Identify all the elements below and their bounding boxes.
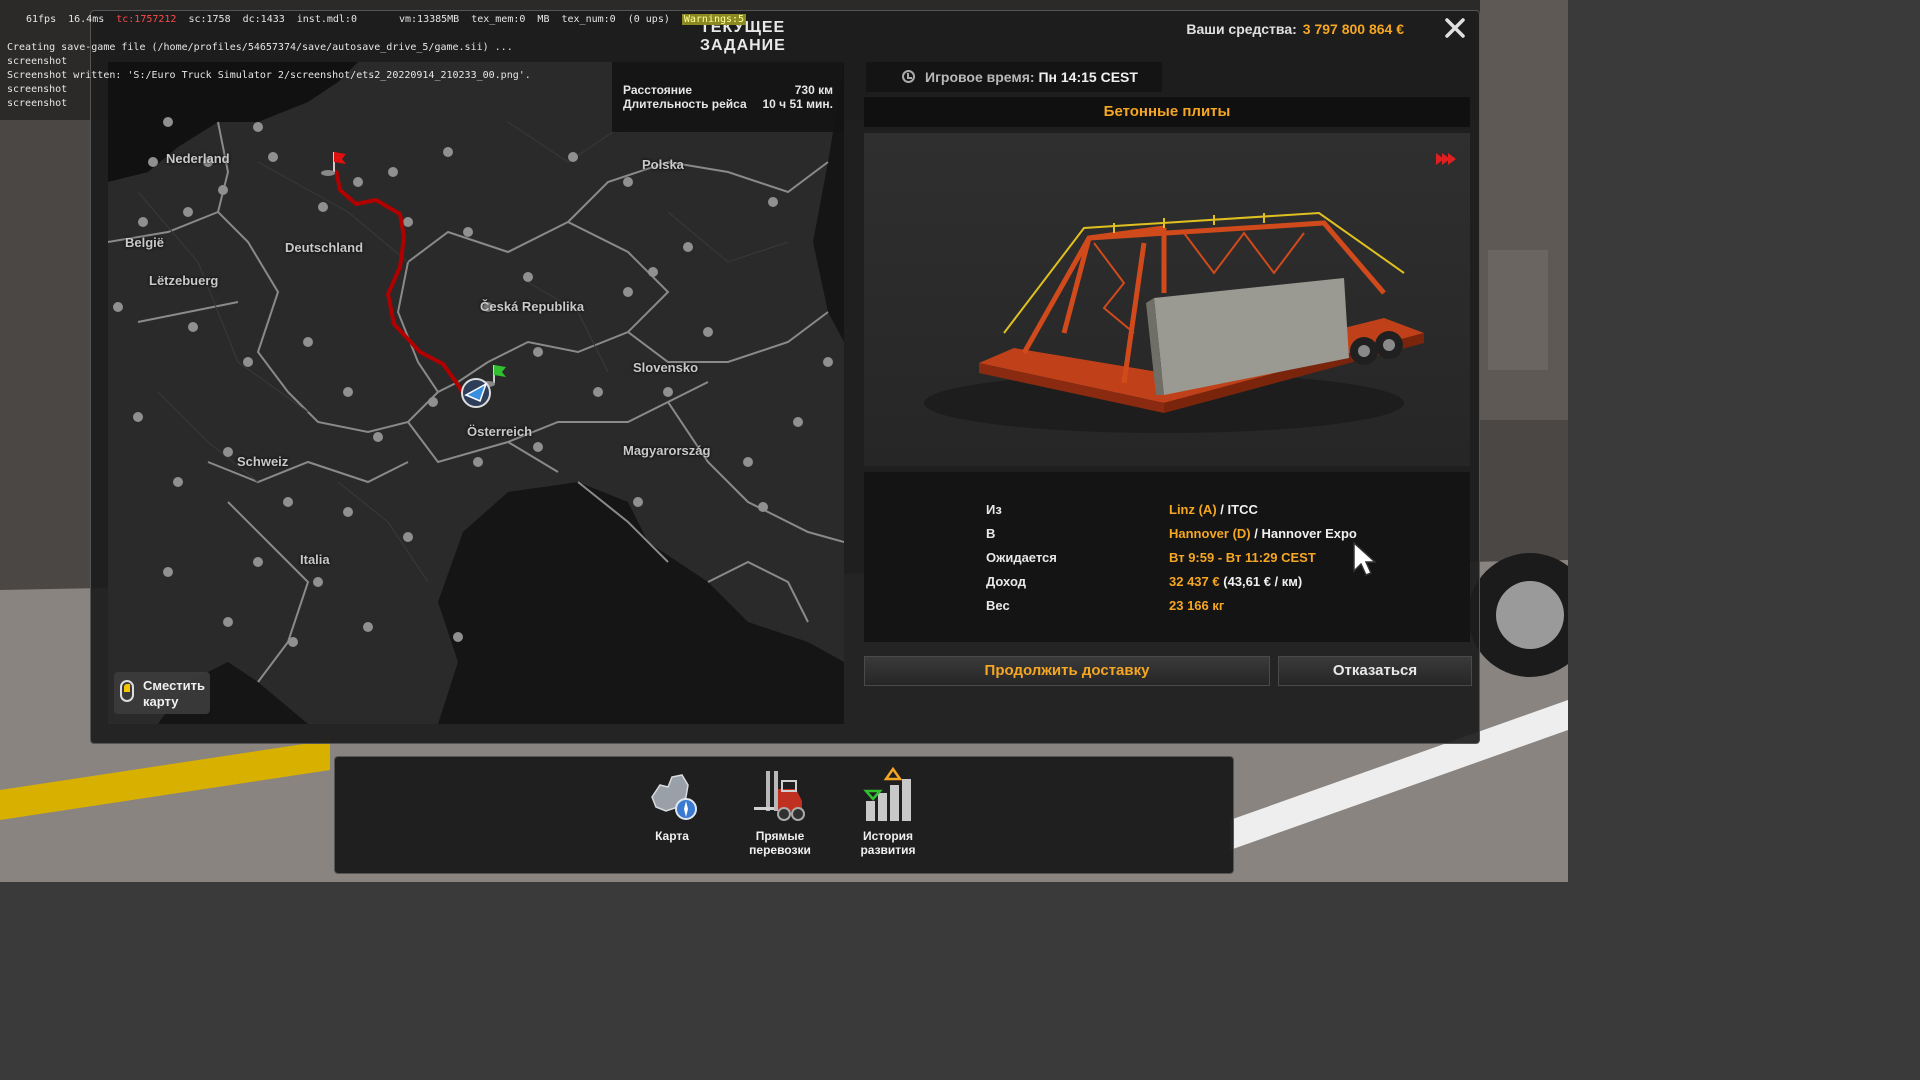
- cargo-trailer-image: [864, 133, 1470, 466]
- from-value: Linz (A) / ITCC: [1169, 502, 1258, 517]
- from-label: Из: [986, 502, 1002, 517]
- duration-value: 10 ч 51 мин.: [762, 97, 834, 111]
- job-details-panel: Из Linz (A) / ITCC В Hannover (D) / Hann…: [864, 472, 1470, 642]
- country-label: Magyarország: [623, 443, 711, 458]
- window-title: ТЕКУЩЕЕ ЗАДАНИЕ: [700, 19, 786, 54]
- country-label: Polska: [642, 157, 684, 172]
- cancel-job-button[interactable]: Отказаться: [1278, 656, 1472, 686]
- continue-delivery-button[interactable]: Продолжить доставку: [864, 656, 1270, 686]
- fast-forward-icon: [1436, 153, 1456, 165]
- mouse-icon: [120, 680, 134, 702]
- move-map-button[interactable]: Сместить карту: [114, 672, 210, 714]
- funds-label: Ваши средства:: [1186, 21, 1297, 37]
- bottom-dock: Карта Прямые перевозки История развития: [334, 756, 1234, 874]
- expected-label: Ожидается: [986, 550, 1057, 565]
- country-label: Česká Republika: [480, 299, 585, 314]
- mouse-cursor-icon: [1353, 541, 1376, 576]
- country-label: Schweiz: [237, 454, 289, 469]
- income-label: Доход: [986, 574, 1026, 589]
- country-label: Slovensko: [633, 360, 699, 375]
- europe-map-icon: [651, 774, 697, 820]
- separator: /: [1254, 526, 1258, 541]
- distance-label: Расстояние: [623, 83, 693, 97]
- funds-display: Ваши средства: 3 797 800 864 €: [1186, 21, 1404, 37]
- route-info-panel: Расстояние 730 км Длительность рейса 10 ч …: [612, 62, 844, 132]
- game-time-value: Пн 14:15 CEST: [1038, 69, 1138, 85]
- weight-label: Вес: [986, 598, 1010, 613]
- game-time-text: Игровое время: Пн 14:15 CEST: [925, 69, 1138, 85]
- from-company: ITCC: [1227, 502, 1258, 517]
- distance-row: Расстояние 730 км: [623, 83, 833, 97]
- to-label: В: [986, 526, 996, 541]
- country-label: Nederland: [166, 151, 230, 166]
- income-value: 32 437 € (43,61 € / км): [1169, 574, 1302, 589]
- separator: /: [1220, 502, 1224, 517]
- country-label: Österreich: [467, 424, 533, 439]
- clock-icon: [902, 70, 915, 83]
- forklift-icon: [754, 771, 805, 821]
- income-amount: 32 437 €: [1169, 574, 1220, 589]
- progress-bars-icon: [863, 767, 911, 821]
- move-map-label: Сместить карту: [143, 678, 206, 709]
- dock-map-button[interactable]: Карта: [627, 767, 717, 843]
- income-rate: (43,61 € / км): [1223, 574, 1303, 589]
- dock-progress-label: История развития: [860, 829, 916, 857]
- to-city: Hannover (D): [1169, 526, 1251, 541]
- game-time-label: Игровое время:: [925, 69, 1035, 85]
- dock-direct-jobs-label: Прямые перевозки: [749, 829, 811, 857]
- dock-progress-button[interactable]: История развития: [843, 767, 933, 857]
- game-time-bar: Игровое время: Пн 14:15 CEST: [866, 62, 1162, 92]
- dock-direct-jobs-button[interactable]: Прямые перевозки: [735, 767, 825, 857]
- country-label: België: [125, 235, 165, 250]
- dock-map-label: Карта: [655, 829, 689, 843]
- expected-value: Вт 9:59 - Вт 11:29 CEST: [1169, 550, 1316, 565]
- distance-value: 730 км: [794, 83, 833, 97]
- close-icon[interactable]: [1444, 17, 1466, 39]
- country-label: Italia: [300, 552, 330, 567]
- country-label: Deutschland: [285, 240, 364, 255]
- funds-value: 3 797 800 864 €: [1302, 21, 1404, 37]
- to-value: Hannover (D) / Hannover Expo: [1169, 526, 1357, 541]
- duration-label: Длительность рейса: [623, 97, 747, 111]
- trailer-graphic: [924, 211, 1424, 433]
- cargo-name: Бетонные плиты: [864, 97, 1470, 127]
- to-company: Hannover Expo: [1261, 526, 1357, 541]
- weight-value: 23 166 кг: [1169, 598, 1225, 613]
- from-city: Linz (A): [1169, 502, 1217, 517]
- route-map[interactable]: Nederland België Lëtzebuerg Deutschland …: [108, 62, 844, 724]
- duration-row: Длительность рейса 10 ч 51 мин.: [623, 97, 833, 111]
- country-label: Lëtzebuerg: [149, 273, 219, 288]
